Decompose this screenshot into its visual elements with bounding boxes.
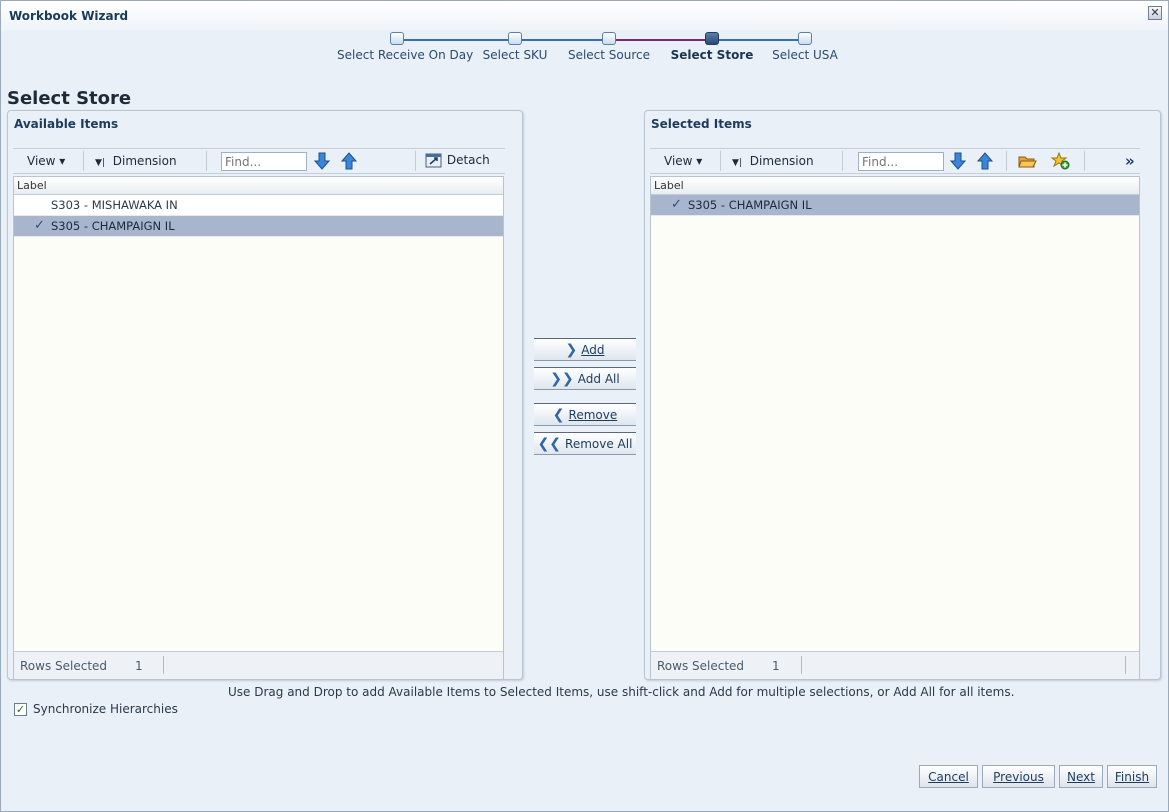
train-stop-usa[interactable]: Select USA: [745, 32, 865, 62]
check-icon: ✓: [671, 197, 682, 212]
dimension-menu[interactable]: ▼| Dimension: [732, 154, 814, 168]
view-menu[interactable]: View ▾: [27, 154, 65, 168]
train-stop-label: Select Receive On Day: [337, 48, 474, 62]
panel-header: Available Items: [14, 117, 119, 131]
chevron-down-icon: ▼|: [732, 158, 742, 168]
table-footer: Rows Selected 1: [651, 651, 1139, 679]
chevron-down-icon: ▼|: [95, 158, 105, 168]
finish-label: Finish: [1114, 770, 1150, 784]
train-stop-dot: [602, 32, 616, 45]
chevron-right-icon: ❯: [565, 341, 578, 358]
add-label: Add: [581, 342, 605, 357]
rows-selected-count: 1: [772, 659, 780, 673]
table-row[interactable]: ✓ S305 - CHAMPAIGN IL: [14, 216, 503, 237]
find-previous-icon[interactable]: [976, 151, 994, 171]
train-stop-label: Select Source: [567, 48, 651, 62]
footer-separator: [1125, 656, 1126, 674]
add-favorite-icon[interactable]: [1050, 151, 1070, 171]
selected-toolbar: View ▾ ▼| Dimension Find... »: [650, 148, 1140, 174]
double-chevron-left-icon: ❮❮: [537, 435, 562, 452]
close-icon[interactable]: ✕: [1148, 6, 1162, 20]
rows-selected-label: Rows Selected: [20, 659, 108, 673]
toolbar-separator: [83, 151, 84, 171]
find-next-icon[interactable]: [313, 151, 331, 171]
rows-selected-label: Rows Selected: [657, 659, 745, 673]
table-row[interactable]: ✓ S305 - CHAMPAIGN IL: [651, 195, 1139, 216]
remove-all-button[interactable]: ❮❮ Remove All: [534, 432, 636, 455]
remove-label: Remove: [568, 407, 618, 422]
page-title: Select Store: [7, 88, 132, 109]
next-button[interactable]: Next: [1059, 765, 1103, 788]
dimension-label: Dimension: [749, 154, 814, 168]
dialog-title: Workbook Wizard: [9, 9, 129, 23]
add-all-label: Add All: [577, 371, 620, 386]
checkbox-icon[interactable]: ✓: [14, 702, 27, 716]
cancel-label: Cancel: [928, 770, 969, 784]
train-stop-dot: [508, 32, 522, 45]
dimension-label: Dimension: [112, 154, 177, 168]
rows-selected-count: 1: [135, 659, 143, 673]
check-icon: ✓: [34, 218, 45, 233]
double-chevron-right-icon: ❯❯: [550, 370, 574, 387]
selected-items-table: Label ✓ S305 - CHAMPAIGN IL Rows Selecte…: [650, 176, 1140, 680]
instruction-text: Use Drag and Drop to add Available Items…: [228, 685, 1015, 699]
row-label: S305 - CHAMPAIGN IL: [688, 198, 812, 212]
detach-icon: [425, 153, 442, 168]
train-stop-dot: [798, 32, 812, 45]
find-input[interactable]: [221, 152, 307, 171]
cancel-button[interactable]: Cancel: [919, 765, 978, 788]
dimension-menu[interactable]: ▼| Dimension: [95, 154, 177, 168]
detach-label: Detach: [446, 153, 490, 167]
open-folder-icon[interactable]: [1017, 151, 1037, 171]
add-button[interactable]: ❯ Add: [534, 338, 636, 361]
toolbar-separator: [1084, 151, 1085, 171]
add-all-button[interactable]: ❯❯ Add All: [534, 367, 636, 390]
wizard-train: Select Receive On Day Select SKU Select …: [331, 32, 851, 72]
synchronize-hierarchies-checkbox[interactable]: ✓ Synchronize Hierarchies: [14, 702, 178, 716]
available-items-panel: Available Items View ▾ ▼| Dimension Find…: [7, 110, 523, 680]
table-footer: Rows Selected 1: [14, 651, 503, 679]
next-label: Next: [1067, 770, 1095, 784]
chevron-left-icon: ❮: [552, 406, 565, 423]
available-toolbar: View ▾ ▼| Dimension Detach: [13, 148, 505, 174]
workbook-wizard-dialog: Workbook Wizard ✕ Select Receive On Day …: [0, 0, 1169, 812]
remove-button[interactable]: ❮ Remove: [534, 403, 636, 426]
row-label: S305 - CHAMPAIGN IL: [51, 219, 175, 233]
detach-button[interactable]: Detach: [425, 152, 490, 169]
remove-all-label: Remove All: [565, 436, 633, 451]
toolbar-separator: [842, 151, 843, 171]
overflow-chevron-icon[interactable]: »: [1125, 152, 1135, 170]
toolbar-separator: [415, 151, 416, 171]
train-stop-receive-on-day[interactable]: Select Receive On Day: [337, 32, 474, 62]
toolbar-separator: [206, 151, 207, 171]
train-stop-label: Select USA: [772, 48, 838, 62]
train-stop-dot: [390, 32, 404, 45]
column-header-label[interactable]: Label: [651, 177, 1139, 195]
available-items-table: Label S303 - MISHAWAKA IN ✓ S305 - CHAMP…: [13, 176, 504, 680]
find-input[interactable]: [858, 152, 944, 171]
panel-header: Selected Items: [651, 117, 752, 131]
train-stop-source[interactable]: Select Source: [549, 32, 669, 62]
footer-separator: [163, 656, 164, 674]
finish-button[interactable]: Finish: [1107, 765, 1157, 788]
synchronize-hierarchies-label: Synchronize Hierarchies: [33, 702, 178, 716]
column-header-label[interactable]: Label: [14, 177, 503, 195]
toolbar-separator: [720, 151, 721, 171]
previous-button[interactable]: Previous: [982, 765, 1055, 788]
toolbar-separator: [1006, 151, 1007, 171]
view-menu[interactable]: View ▾: [664, 154, 702, 168]
train-stop-dot: [705, 32, 719, 45]
previous-label: Previous: [993, 770, 1044, 784]
title-bar: Workbook Wizard ✕: [1, 1, 1168, 31]
row-label: S303 - MISHAWAKA IN: [51, 198, 178, 212]
find-next-icon[interactable]: [949, 151, 967, 171]
selected-items-panel: Selected Items View ▾ ▼| Dimension Find.…: [644, 110, 1161, 680]
table-row[interactable]: S303 - MISHAWAKA IN: [14, 195, 503, 216]
find-previous-icon[interactable]: [340, 151, 358, 171]
footer-separator: [801, 656, 802, 674]
